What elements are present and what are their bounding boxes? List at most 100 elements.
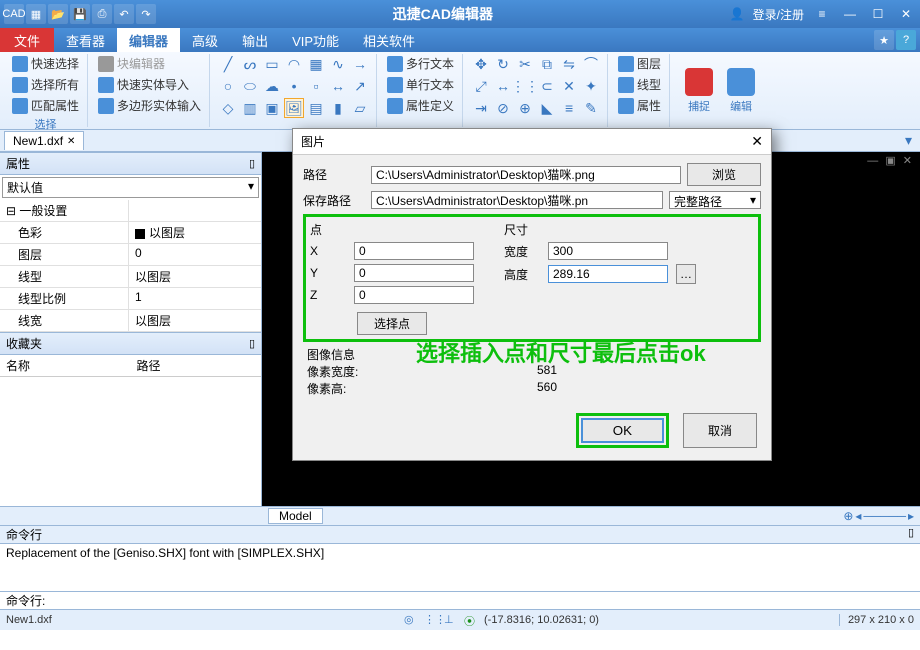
modify-explode-icon[interactable]: ✦ [581,76,601,96]
draw-ray-icon[interactable]: → [350,54,370,74]
snap-button[interactable]: 捕捉 [678,54,720,127]
draw-mesh-icon[interactable]: ▥ [240,98,260,118]
fav-col-name[interactable]: 名称 [0,355,131,376]
modify-trim-icon[interactable]: ✂ [515,54,535,74]
x-input[interactable] [354,242,474,260]
model-tab[interactable]: Model [268,508,323,524]
mtext-button[interactable]: 多行文本 [385,54,456,73]
draw-cloud-icon[interactable]: ☁ [262,76,282,96]
tab-output[interactable]: 输出 [230,28,280,52]
prop-row-ltscale[interactable]: 线型比例1 [0,288,261,310]
draw-solid-icon[interactable]: ▮ [328,98,348,118]
browse-button[interactable]: 浏览 [687,163,761,186]
attdef-button[interactable]: 属性定义 [385,96,456,115]
app-logo-icon[interactable]: CAD [4,4,24,24]
edit-button[interactable]: 编辑 [720,54,762,127]
select-point-button[interactable]: 选择点 [357,312,427,335]
layout-nav[interactable]: ⊕◂─────▸ [843,509,914,523]
qat-redo-icon[interactable]: ↷ [136,4,156,24]
tab-viewer[interactable]: 查看器 [54,28,117,52]
modify-extend-icon[interactable]: ⇥ [471,98,491,118]
star-icon[interactable]: ★ [874,30,894,50]
savepath-input[interactable] [371,191,663,209]
tab-editor[interactable]: 编辑器 [117,28,180,52]
select-all-button[interactable]: 选择所有 [10,75,81,94]
modify-erase-icon[interactable]: ✕ [559,76,579,96]
prop-row-linetype[interactable]: 线型以图层 [0,266,261,288]
draw-circle-icon[interactable]: ○ [218,76,238,96]
status-polar-icon[interactable]: ⦿ [464,613,478,627]
draw-rect-icon[interactable]: ▭ [262,54,282,74]
tab-advanced[interactable]: 高级 [180,28,230,52]
prop-row-color[interactable]: 色彩以图层 [0,222,261,244]
polygon-entity-button[interactable]: 多边形实体输入 [96,96,203,115]
canvas-controls[interactable]: — ▣ ✕ [867,154,914,167]
modify-scale-icon[interactable]: ⤢ [471,76,491,96]
draw-line-icon[interactable]: ╱ [218,54,238,74]
draw-hatch-icon[interactable]: ▦ [306,54,326,74]
minimize-icon[interactable]: — [840,4,860,24]
fav-col-path[interactable]: 路径 [131,355,262,376]
tab-related[interactable]: 相关软件 [351,28,427,52]
modify-array-icon[interactable]: ⋮⋮ [515,76,535,96]
props-button[interactable]: 属性 [616,96,663,115]
draw-table-icon[interactable]: ▤ [306,98,326,118]
pin-icon[interactable]: ▯ [908,526,914,543]
linetype-button[interactable]: 线型 [616,75,663,94]
modify-edit-icon[interactable]: ✎ [581,98,601,118]
properties-selector[interactable]: 默认值▾ [2,177,259,198]
width-input[interactable] [548,242,668,260]
draw-region-icon[interactable]: ▣ [262,98,282,118]
modify-mirror-icon[interactable]: ⇋ [559,54,579,74]
height-extra-button[interactable]: … [676,264,696,284]
block-editor-button[interactable]: 块编辑器 [96,54,203,73]
dialog-close-icon[interactable]: ✕ [751,133,763,150]
command-log[interactable]: Replacement of the [Geniso.SHX] font wit… [0,544,920,592]
draw-ellipse-icon[interactable]: ⬭ [240,76,260,96]
props-section[interactable]: ⊟ 一般设置 [0,200,128,221]
pin-icon[interactable]: ▯ [249,337,255,350]
draw-polyline-icon[interactable]: ᔕ [240,54,260,74]
modify-rotate-icon[interactable]: ↻ [493,54,513,74]
text-button[interactable]: 单行文本 [385,75,456,94]
draw-face-icon[interactable]: ◇ [218,98,238,118]
qat-saveas-icon[interactable]: ⎙ [92,4,112,24]
prop-row-lineweight[interactable]: 线宽以图层 [0,310,261,332]
qat-save-icon[interactable]: 💾 [70,4,90,24]
qat-undo-icon[interactable]: ↶ [114,4,134,24]
draw-spline-icon[interactable]: ∿ [328,54,348,74]
ok-button[interactable]: OK [581,418,664,443]
doctab-close-icon[interactable]: ✕ [67,136,75,147]
modify-break-icon[interactable]: ⊘ [493,98,513,118]
draw-wipeout-icon[interactable]: ▱ [350,98,370,118]
file-menu[interactable]: 文件 [0,28,54,52]
help-icon[interactable]: ? [896,30,916,50]
modify-align-icon[interactable]: ≡ [559,98,579,118]
tab-vip[interactable]: VIP功能 [280,28,351,52]
height-input[interactable] [548,265,668,283]
modify-copy-icon[interactable]: ⧉ [537,54,557,74]
draw-point-icon[interactable]: • [284,76,304,96]
quick-select-button[interactable]: 快速选择 [10,54,81,73]
dialog-titlebar[interactable]: 图片 ✕ [293,129,771,155]
match-props-button[interactable]: 匹配属性 [10,96,81,115]
modify-stretch-icon[interactable]: ↔ [493,76,513,96]
command-input[interactable] [49,594,849,608]
login-link[interactable]: 登录/注册 [753,6,804,23]
savepath-mode-combo[interactable]: 完整路径▾ [669,191,761,209]
y-input[interactable] [354,264,474,282]
z-input[interactable] [354,286,474,304]
qat-open-icon[interactable]: 📂 [48,4,68,24]
qat-new-icon[interactable]: ▦ [26,4,46,24]
cancel-button[interactable]: 取消 [683,413,757,448]
layer-button[interactable]: 图层 [616,54,663,73]
modify-chamfer-icon[interactable]: ◣ [537,98,557,118]
ribbon-collapse-icon[interactable]: ≡ [812,4,832,24]
draw-image-icon[interactable]: 🖼 [284,98,304,118]
draw-leader-icon[interactable]: ↗ [350,76,370,96]
path-input[interactable] [371,166,681,184]
quick-entity-import-button[interactable]: 快速实体导入 [96,75,203,94]
modify-join-icon[interactable]: ⊕ [515,98,535,118]
document-tab[interactable]: New1.dxf ✕ [4,131,84,150]
maximize-icon[interactable]: ☐ [868,4,888,24]
